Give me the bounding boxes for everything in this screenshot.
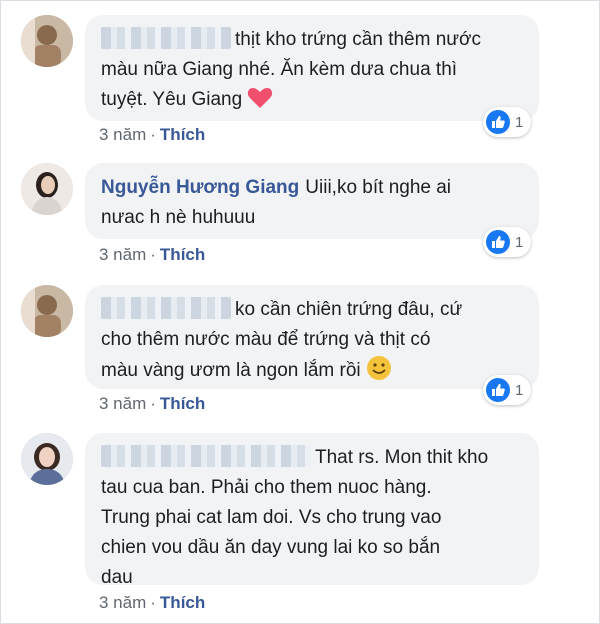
reaction-count-badge[interactable]: 1	[483, 107, 532, 137]
like-thumb-icon	[486, 110, 510, 134]
comment-text: tau cua ban. Phải cho them nuoc hàng.	[101, 477, 432, 498]
like-thumb-icon	[486, 378, 510, 402]
reaction-count: 1	[515, 381, 524, 399]
heart-icon	[247, 86, 273, 120]
reaction-count-badge[interactable]: 1	[483, 227, 532, 257]
comment-timestamp[interactable]: 3 năm	[99, 593, 146, 612]
commenter-avatar-2[interactable]	[21, 163, 73, 215]
comment-text: màu nữa Giang nhé. Ăn kèm dưa chua thì	[101, 59, 458, 80]
reaction-count: 1	[515, 113, 524, 131]
comment-bubble-2: Nguyễn Hương Giang Uiii,ko bít nghe ai nư…	[85, 163, 539, 239]
comment-author-name[interactable]: Nguyễn Hương Giang	[101, 177, 299, 198]
comments-panel: thịt kho trứng cần thêm nước màu nữa Gia…	[0, 0, 600, 624]
comment-text: nưac h nè huhuuu	[101, 207, 256, 228]
comment-timestamp[interactable]: 3 năm	[99, 125, 146, 144]
comment-text: Uiii,ko bít nghe ai	[305, 177, 452, 198]
reaction-count-badge[interactable]: 1	[483, 375, 532, 405]
like-link[interactable]: Thích	[160, 245, 205, 264]
reaction-count: 1	[515, 233, 524, 251]
blurred-author-name	[101, 445, 311, 467]
comment-bubble-4: That rs. Mon thit kho tau cua ban. Phải …	[85, 433, 539, 588]
comment-text: That rs. Mon thit kho	[315, 447, 489, 468]
comment-meta-1: 3 năm · Thích	[99, 125, 206, 144]
commenter-avatar-1[interactable]	[21, 15, 73, 67]
like-link[interactable]: Thích	[160, 593, 205, 612]
comment-text: màu vàng ươm là ngon lắm rồi	[101, 360, 361, 381]
comment-meta-3: 3 năm · Thích	[99, 394, 206, 413]
commenter-avatar-4[interactable]	[21, 433, 73, 485]
comment-text: thịt kho trứng cần thêm nước	[235, 29, 481, 50]
comment-text: cho thêm nước màu để trứng và thịt có	[101, 329, 431, 350]
comment-timestamp[interactable]: 3 năm	[99, 245, 146, 264]
comment-meta-4: 3 năm · Thích	[99, 593, 206, 612]
commenter-avatar-3[interactable]	[21, 285, 73, 337]
comment-text: ko cần chiên trứng đâu, cứ	[235, 299, 463, 320]
smiling-face-icon	[366, 355, 392, 391]
comment-bubble-1: thịt kho trứng cần thêm nước màu nữa Gia…	[85, 15, 539, 121]
blurred-author-name	[101, 27, 231, 49]
like-link[interactable]: Thích	[160, 394, 205, 413]
comment-text: tuyệt. Yêu Giang	[101, 89, 243, 110]
comment-text: dau	[101, 567, 133, 588]
like-link[interactable]: Thích	[160, 125, 205, 144]
comment-bubble-3: ko cần chiên trứng đâu, cứ cho thêm nước…	[85, 285, 539, 389]
comment-meta-2: 3 năm · Thích	[99, 245, 206, 264]
comment-text: Trung phai cat lam doi. Vs cho trung vao	[101, 507, 442, 528]
like-thumb-icon	[486, 230, 510, 254]
blurred-author-name	[101, 297, 231, 319]
comment-timestamp[interactable]: 3 năm	[99, 394, 146, 413]
comment-text: chien vou dầu ăn day vung lai ko so bắn	[101, 537, 441, 558]
